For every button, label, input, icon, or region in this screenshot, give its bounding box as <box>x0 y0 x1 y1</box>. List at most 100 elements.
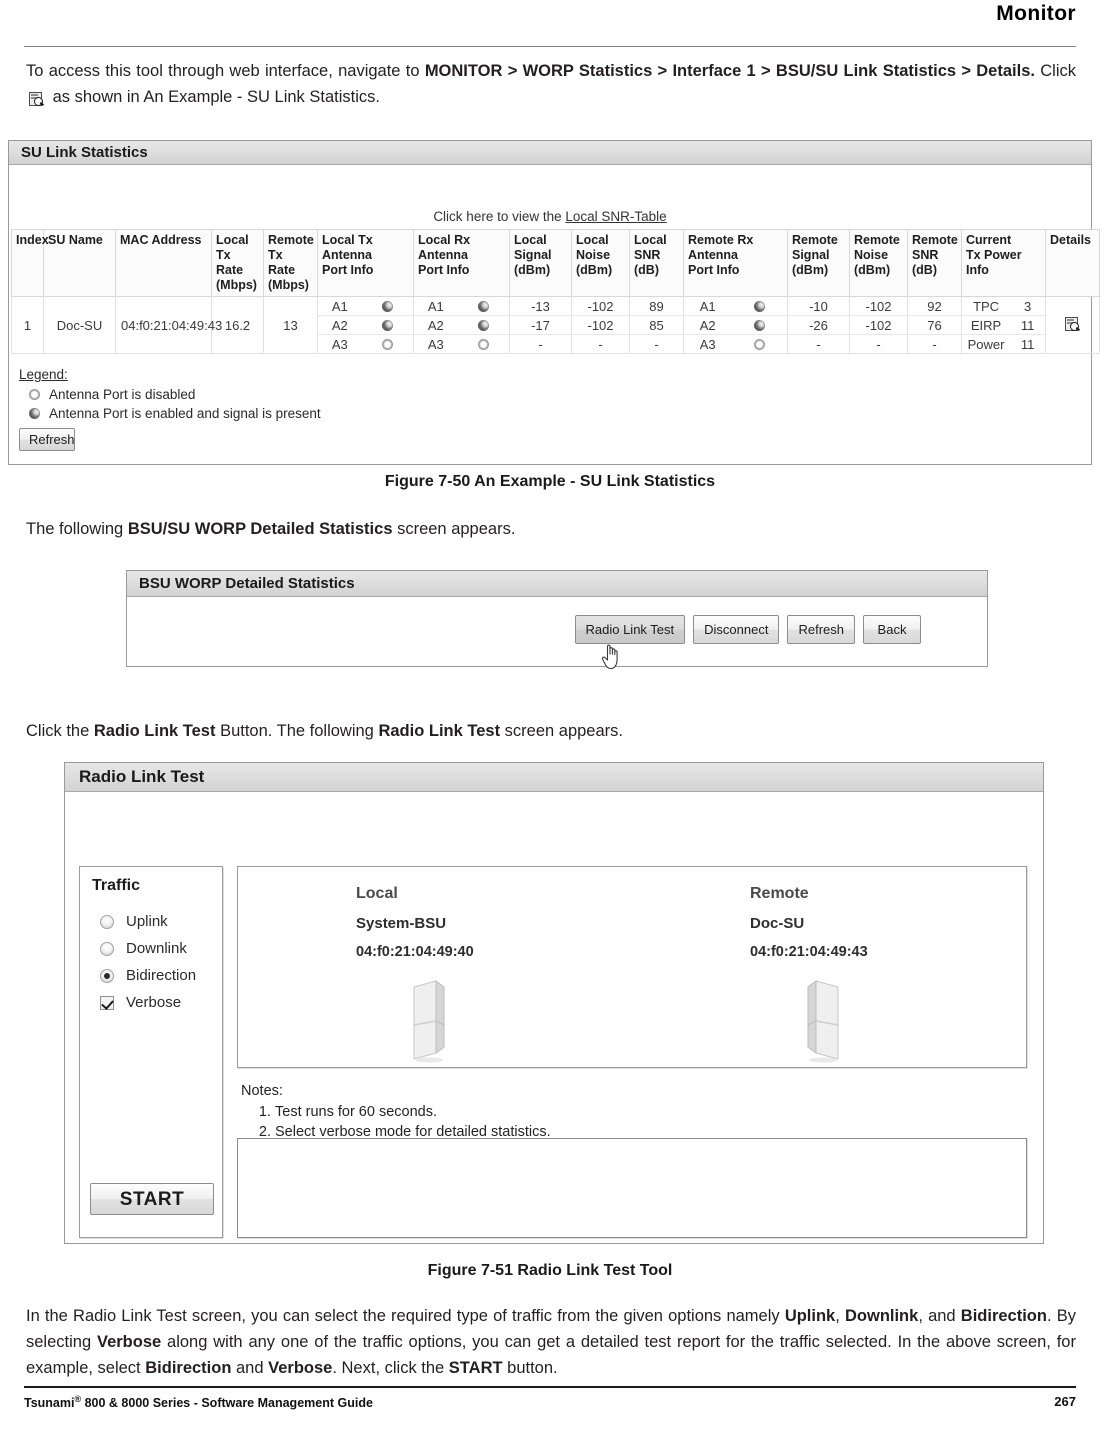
cell-remote-signal: -10 -26- <box>787 296 850 354</box>
antenna-port-state <box>361 315 413 335</box>
footer-series: 800 & 8000 Series - Software Management … <box>81 1396 373 1411</box>
closing-s5: and <box>231 1359 269 1377</box>
mid-pre: The following <box>26 520 128 538</box>
cell-mac-address: 04:f0:21:04:49:43 <box>115 296 222 354</box>
value-cell: -102 <box>572 315 629 335</box>
local-snr-table-link-row[interactable]: Click here to view the Local SNR-Table <box>9 209 1091 224</box>
radio-downlink-icon[interactable] <box>100 941 114 956</box>
th-local-tx-rate: Local Tx Rate (Mbps) <box>211 229 264 297</box>
rlt-intro-bold1: Radio Link Test <box>93 722 216 740</box>
antenna-sub-row: A1 <box>318 297 413 316</box>
antenna-sub-row: A2 <box>318 315 413 335</box>
worp-panel-title: BSU WORP Detailed Statistics <box>127 571 987 597</box>
local-name: System-BSU <box>356 915 447 932</box>
value-sub-row: -102 <box>572 315 629 335</box>
option-uplink[interactable]: Uplink <box>100 913 168 930</box>
value-sub-row: - <box>510 335 571 354</box>
mid-paragraph: The following BSU/SU WORP Detailed Stati… <box>26 516 1076 542</box>
value-sub-row: 85 <box>630 315 683 335</box>
refresh-button[interactable]: Refresh <box>19 428 75 451</box>
antenna-port-enabled-icon <box>477 319 489 331</box>
antenna-port-state <box>457 297 509 316</box>
legend-item-enabled: Antenna Port is enabled and signal is pr… <box>19 404 321 423</box>
radio-bidirection-icon[interactable] <box>100 968 114 983</box>
remote-rx-antenna-subtable: A1 A2 A3 <box>684 297 787 353</box>
value-cell: - <box>876 336 881 352</box>
tx-power-key: Power <box>967 336 1005 352</box>
cell-local-signal: -13 -17- <box>509 296 572 354</box>
footer-guide-title: Tsunami® 800 & 8000 Series - Software Ma… <box>24 1394 373 1410</box>
th-details: Details <box>1045 229 1100 297</box>
antenna-port-disabled-icon <box>477 338 489 350</box>
hand-cursor-icon <box>601 644 618 670</box>
option-label-verbose: Verbose <box>126 994 182 1011</box>
legend-title: Legend: <box>19 367 68 382</box>
option-label-downlink: Downlink <box>126 940 187 957</box>
notes-list: Test runs for 60 seconds. Select verbose… <box>241 1103 551 1142</box>
local-noise-subtable: -102 -102- <box>572 297 629 353</box>
value-cell: -102 <box>850 297 907 316</box>
option-verbose[interactable]: Verbose <box>100 994 181 1011</box>
notes-block: Notes: Test runs for 60 seconds. Select … <box>241 1082 551 1143</box>
table-row[interactable]: 1 Doc-SU 04:f0:21:04:49:43 16.2 13 A1 A2 A… <box>11 296 1100 354</box>
tx-power-key: EIRP <box>962 315 1011 335</box>
value-sub-row: - <box>850 335 907 354</box>
back-button[interactable]: Back <box>863 615 921 644</box>
antenna-port-label: A2 <box>414 315 458 335</box>
local-snr-table-link[interactable]: Local SNR-Table <box>565 209 666 224</box>
th-remote-snr: Remote SNR (dB) <box>907 229 962 297</box>
antenna-port-disabled-icon <box>29 389 40 400</box>
radio-link-test-button[interactable]: Radio Link Test <box>574 615 686 644</box>
th-local-signal: Local Signal (dBm) <box>509 229 572 297</box>
worp-refresh-button[interactable]: Refresh <box>787 615 855 644</box>
antenna-port-label: A3 <box>699 336 716 352</box>
value-sub-row: 76 <box>908 315 961 335</box>
footer-rule <box>24 1386 1076 1388</box>
option-label-uplink: Uplink <box>126 913 168 930</box>
closing-b-bidirection-2: Bidirection <box>145 1359 232 1377</box>
checkbox-verbose-icon[interactable] <box>100 995 114 1010</box>
tx-power-value: 11 <box>1020 336 1035 352</box>
value-sub-row: -13 <box>510 297 571 316</box>
antenna-sub-row: A2 <box>684 315 787 335</box>
value-sub-row: -102 <box>572 297 629 316</box>
value-cell: - <box>538 336 543 352</box>
antenna-port-state <box>457 315 509 335</box>
legend-label-disabled: Antenna Port is disabled <box>49 387 196 402</box>
option-bidirection[interactable]: Bidirection <box>100 967 196 984</box>
antenna-sub-row: A1 <box>684 297 787 316</box>
option-downlink[interactable]: Downlink <box>100 940 187 957</box>
local-tx-antenna-subtable: A1 A2 A3 <box>318 297 413 353</box>
value-cell: - <box>654 336 659 352</box>
antenna-port-label: A1 <box>318 297 362 316</box>
closing-s1: , <box>835 1307 845 1325</box>
value-cell: 89 <box>630 297 683 316</box>
th-su-name: SU Name <box>43 229 116 297</box>
antenna-port-enabled-icon <box>753 300 765 312</box>
closing-b-verbose-2: Verbose <box>268 1359 333 1377</box>
tx-power-sub-row: TPC 3 <box>962 297 1045 316</box>
antenna-port-state <box>731 297 787 316</box>
radio-link-test-panel: Radio Link Test Traffic Uplink Downlink … <box>64 762 1044 1244</box>
antenna-port-state <box>458 335 509 354</box>
antenna-port-enabled-icon <box>753 319 765 331</box>
antenna-port-label: A2 <box>318 315 362 335</box>
cell-su-name: Doc-SU <box>43 296 116 354</box>
closing-b-start: START <box>448 1359 503 1377</box>
value-cell: 76 <box>908 315 961 335</box>
remote-mac: 04:f0:21:04:49:43 <box>750 944 868 960</box>
antenna-port-enabled-icon <box>29 408 40 419</box>
mid-post: screen appears. <box>392 520 516 538</box>
cell-local-snr: 89 85- <box>629 296 684 354</box>
remote-label: Remote <box>750 885 809 902</box>
traffic-options-box: Traffic Uplink Downlink Bidirection Verb… <box>79 866 223 1238</box>
disconnect-button[interactable]: Disconnect <box>693 615 780 644</box>
tx-power-key: TPC <box>962 297 1011 316</box>
details-magnifier-icon[interactable] <box>1065 317 1081 332</box>
cell-details[interactable] <box>1045 296 1100 354</box>
rlt-intro-paragraph: Click the Radio Link Test Button. The fo… <box>26 718 1076 744</box>
radio-uplink-icon[interactable] <box>100 914 114 929</box>
current-tx-power-subtable: TPC 3 EIRP 11 Power 11 <box>962 297 1045 353</box>
test-output-area[interactable] <box>237 1138 1027 1238</box>
start-button[interactable]: START <box>90 1183 214 1215</box>
